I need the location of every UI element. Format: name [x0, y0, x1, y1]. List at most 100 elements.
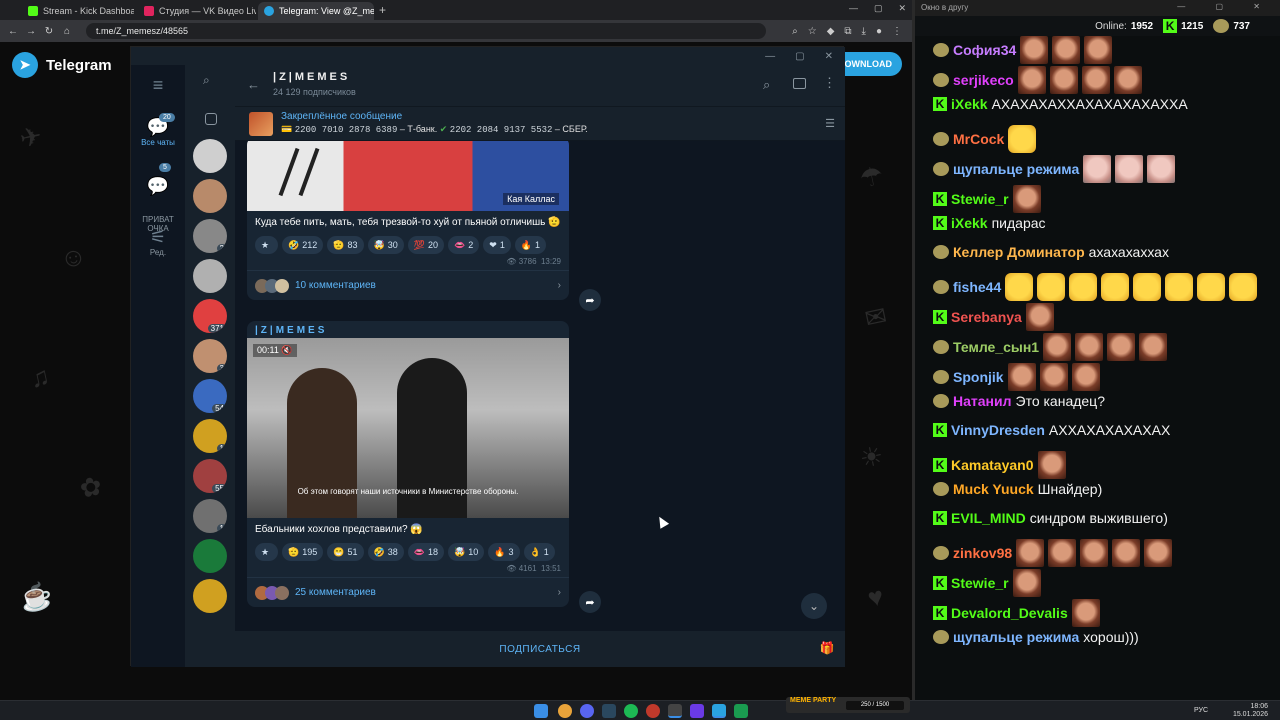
reaction-chip[interactable]: 💯 20	[407, 236, 445, 254]
chat-avatar[interactable]	[193, 259, 227, 293]
system-clock[interactable]: 18:06 15.01.2026	[1233, 703, 1268, 719]
chat-avatar[interactable]	[193, 139, 227, 173]
spotify-icon[interactable]	[624, 704, 638, 718]
app-icon[interactable]	[646, 704, 660, 718]
chat-avatar[interactable]	[193, 179, 227, 213]
start-button-icon[interactable]	[534, 704, 548, 718]
chat-username[interactable]: fishe44	[953, 279, 1001, 295]
hamburger-menu-icon[interactable]: ≡	[131, 75, 185, 96]
tab-kick-dashboard[interactable]: Stream - Kick Dashboard ✕	[22, 2, 134, 20]
input-language[interactable]: РУС	[1194, 707, 1208, 714]
chat-username[interactable]: zinkov98	[953, 545, 1012, 561]
new-tab-button[interactable]: +	[379, 3, 386, 17]
post-video[interactable]: 00:11 🔇 Об этом говорят наши источники в…	[247, 338, 569, 518]
home-icon[interactable]: ⌂	[58, 26, 76, 37]
chat-avatar[interactable]: 3	[193, 339, 227, 373]
share-button[interactable]: ➦	[579, 591, 601, 613]
chat-avatar[interactable]: 1	[193, 499, 227, 533]
channel-name[interactable]: |Z|MEMES	[273, 71, 350, 83]
reaction-chip[interactable]: 🤯 10	[448, 543, 485, 561]
folder-all-chats[interactable]: 💬 20 Все чаты	[131, 113, 185, 147]
chat-avatar[interactable]	[193, 579, 227, 613]
chat-username[interactable]: Stewie_r	[951, 191, 1009, 207]
reaction-chip[interactable]: 🫡 195	[282, 543, 324, 561]
app-icon[interactable]	[690, 704, 704, 718]
extension-icon[interactable]: ◆	[827, 26, 835, 37]
reaction-chip[interactable]: 👄 2	[448, 236, 480, 254]
chat-username[interactable]: Натанил	[953, 393, 1012, 409]
profile-icon[interactable]: ●	[876, 26, 882, 37]
bookmark-star-icon[interactable]: ☆	[808, 26, 817, 37]
folder-private[interactable]: 💬 5 ПРИВАТ ОЧКА	[131, 163, 185, 233]
app-icon[interactable]	[734, 704, 748, 718]
chat-username[interactable]: VinnyDresden	[951, 422, 1045, 438]
reaction-chip[interactable]: ❤ 1	[483, 236, 511, 254]
chat-username[interactable]: щупальце режима	[953, 161, 1079, 177]
close-button[interactable]: ✕	[898, 3, 906, 14]
scroll-down-button[interactable]: ⌄	[801, 593, 827, 619]
chat-username[interactable]: Stewie_r	[951, 575, 1009, 591]
reaction-chip[interactable]: 🔥 3	[488, 543, 520, 561]
chat-username[interactable]: MrCock	[953, 131, 1004, 147]
chat-avatar[interactable]: 371	[193, 299, 227, 333]
chat-username[interactable]: Serebanya	[951, 309, 1022, 325]
comments-link[interactable]: 10 комментариев ›	[247, 270, 569, 300]
close-button[interactable]: ✕	[825, 51, 833, 62]
discord-icon[interactable]	[580, 704, 594, 718]
pinned-message-bar[interactable]: Закреплённое сообщение 💳 2200 7010 2878 …	[235, 107, 845, 141]
chat-avatar[interactable]: 1	[193, 419, 227, 453]
chat-username[interactable]: София34	[953, 42, 1016, 58]
window-controls[interactable]: — ▢ ✕	[1177, 2, 1274, 11]
chat-username[interactable]: Kamatayan0	[951, 457, 1034, 473]
chat-avatar[interactable]: 54	[193, 379, 227, 413]
maximize-button[interactable]: ▢	[874, 3, 883, 14]
maximize-button[interactable]: ▢	[795, 51, 804, 62]
post-photo[interactable]: Кая Каллас	[247, 141, 569, 211]
forward-arrow-icon[interactable]: →	[22, 26, 40, 37]
minimize-button[interactable]: —	[849, 3, 858, 14]
download-icon[interactable]: ⤓	[862, 26, 866, 37]
chrome-icon[interactable]	[558, 704, 572, 718]
sidebar-toggle-icon[interactable]	[793, 78, 806, 89]
chat-username[interactable]: iXekk	[951, 96, 988, 112]
reaction-chip[interactable]: 👌 1	[523, 543, 555, 561]
url-field[interactable]: t.me/Z_memesz/48565	[86, 23, 766, 39]
comments-link[interactable]: 25 комментариев ›	[247, 577, 569, 607]
reaction-chip[interactable]: ★	[255, 543, 279, 561]
steam-icon[interactable]	[602, 704, 616, 718]
search-icon[interactable]: ⌕	[203, 73, 210, 88]
reload-icon[interactable]: ↻	[40, 26, 58, 37]
chat-avatar[interactable]: 2	[193, 219, 227, 253]
back-arrow-icon[interactable]: ←	[4, 26, 22, 37]
chat-username[interactable]: Muck Yuuck	[953, 481, 1034, 497]
tab-vk-studio[interactable]: Студия — VK Видео Live ✕	[138, 2, 256, 20]
reaction-chip[interactable]: 🤯 30	[367, 236, 404, 254]
chat-username[interactable]: Devalord_Devalis	[951, 605, 1068, 621]
reaction-chip[interactable]: ★	[255, 236, 279, 254]
share-button[interactable]: ➦	[579, 289, 601, 311]
reaction-chip[interactable]: 🤣 212	[282, 236, 324, 254]
reaction-chip[interactable]: 🫡 83	[327, 236, 364, 254]
search-icon[interactable]: ⌕	[763, 77, 770, 93]
chat-username[interactable]: serjikeco	[953, 72, 1014, 88]
chat-username[interactable]: iXekk	[951, 215, 988, 231]
obs-icon[interactable]	[668, 704, 682, 718]
chat-avatar[interactable]	[193, 539, 227, 573]
reaction-chip[interactable]: 👄 18	[407, 543, 445, 561]
menu-dots-icon[interactable]: ⋮	[892, 26, 902, 37]
archive-icon[interactable]	[205, 113, 217, 125]
back-arrow-icon[interactable]: ←	[247, 77, 260, 92]
minimize-button[interactable]: —	[765, 51, 775, 62]
chat-username[interactable]: щупальце режима	[953, 629, 1079, 645]
folder-edit[interactable]: ⚟ Ред.	[131, 227, 185, 257]
chat-username[interactable]: EVIL_MIND	[951, 510, 1026, 526]
chat-username[interactable]: Темле_сын1	[953, 339, 1039, 355]
telegram-logo[interactable]: ➤ Telegram	[12, 52, 112, 78]
reaction-chip[interactable]: 🤣 38	[367, 543, 404, 561]
extensions-puzzle-icon[interactable]: ⧉	[844, 26, 851, 37]
reaction-chip[interactable]: 😁 51	[327, 543, 364, 561]
reaction-chip[interactable]: 🔥 1	[514, 236, 547, 254]
chat-username[interactable]: Келлер Доминатор	[953, 244, 1085, 260]
more-dots-icon[interactable]: ⋮	[823, 75, 836, 91]
tab-telegram[interactable]: Telegram: View @Z_memesz ✕	[258, 2, 374, 20]
